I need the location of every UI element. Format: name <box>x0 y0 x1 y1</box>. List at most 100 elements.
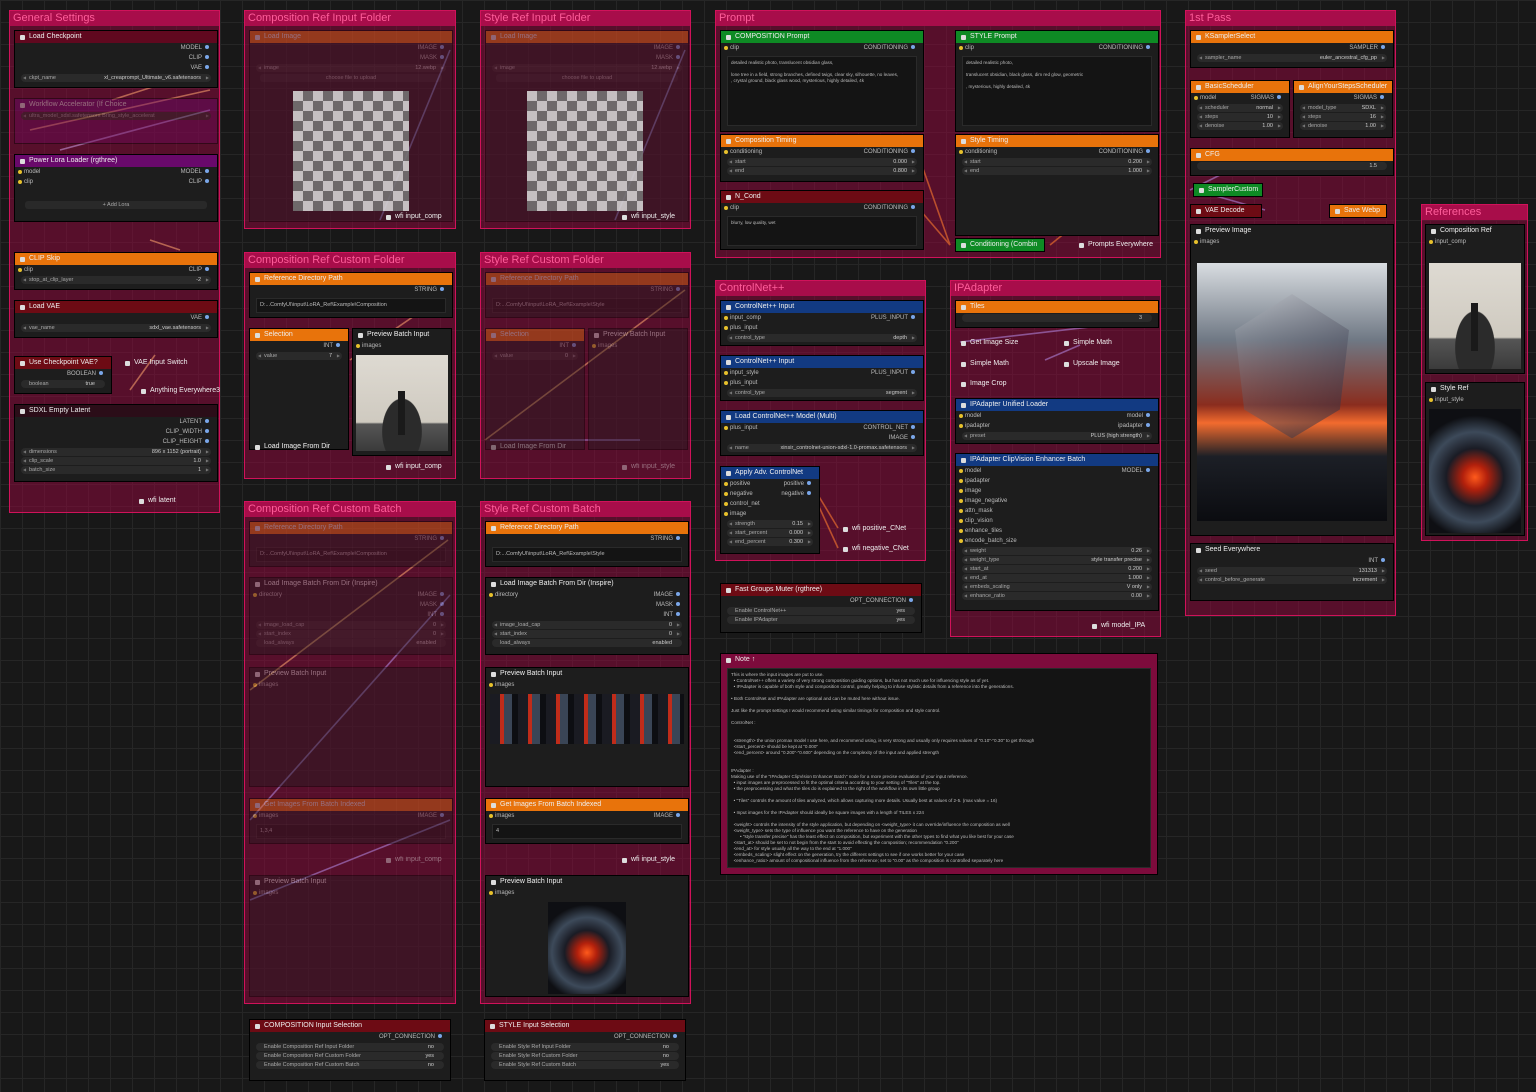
steps-widget[interactable]: steps16 <box>1300 113 1386 121</box>
enable-style-custom-batch-toggle[interactable]: Enable Style Ref Custom Batch yes <box>491 1061 679 1069</box>
wifi-input-comp-node[interactable]: wfi input_comp <box>381 211 451 223</box>
load-image-batch-node[interactable]: Load Image Batch From Dir (Inspire) dire… <box>486 578 688 654</box>
node-title[interactable]: Upscale Image <box>1059 358 1129 370</box>
anything-everywhere-node[interactable]: Anything Everywhere3 <box>136 385 220 397</box>
input-clip[interactable]: clip CONDITIONING <box>721 203 923 213</box>
node-title[interactable]: Get Images From Batch Indexed <box>250 799 452 811</box>
output-clip-height[interactable]: CLIP_HEIGHT <box>163 437 209 447</box>
node-title[interactable]: ControlNet++ Input <box>721 301 923 313</box>
end-percent-widget[interactable]: end_percent0.300 <box>727 538 813 546</box>
output-mask[interactable]: MASK <box>420 53 444 63</box>
node-title[interactable]: wfi negative_CNet <box>838 543 922 555</box>
wifi-latent-node[interactable]: wfi latent <box>134 495 194 507</box>
group-controlnet[interactable]: ControlNet++ ControlNet++ Input input_co… <box>715 280 926 561</box>
value-widget[interactable]: value0 <box>492 352 578 360</box>
n-cond-node[interactable]: N_Cond clip CONDITIONING blurry, low qual… <box>721 191 923 249</box>
composition-prompt-text[interactable]: detailed realistic photo, translucent ob… <box>727 56 917 126</box>
get-images-indexed-node[interactable]: Get Images From Batch Indexed images IMAG… <box>486 799 688 843</box>
controlnet-name-widget[interactable]: namexinsir_controlnet-union-sdxl-1.0-pro… <box>727 444 917 452</box>
sdxl-empty-latent-node[interactable]: SDXL Empty Latent LATENT CLIP_WIDTH CLIP… <box>15 405 217 481</box>
node-title[interactable]: SDXL Empty Latent <box>15 405 217 417</box>
node-title[interactable]: Load Image Batch From Dir (Inspire) <box>250 578 452 590</box>
input-images[interactable]: images <box>1191 237 1393 247</box>
node-title[interactable]: Preview Batch Input <box>589 329 687 341</box>
input-plus[interactable]: plus_input <box>721 378 923 388</box>
node-title[interactable]: Load VAE <box>15 301 217 313</box>
sampler-custom-node[interactable]: SamplerCustom <box>1194 184 1262 196</box>
node-title[interactable]: wfi input_comp <box>381 854 451 866</box>
node-title[interactable]: Reference Directory Path <box>486 273 688 285</box>
node-title[interactable]: Preview Batch Input <box>486 668 688 680</box>
output-int[interactable]: INT <box>1368 556 1385 566</box>
load-always-toggle[interactable]: load_always enabled <box>256 639 446 647</box>
use-checkpoint-vae-node[interactable]: Use Checkpoint VAE? BOOLEAN boolean true <box>15 357 111 393</box>
choose-file-button[interactable]: choose file to upload <box>496 74 678 82</box>
ksampler-select-node[interactable]: KSamplerSelect SAMPLER sampler_nameeuler… <box>1191 31 1393 67</box>
load-image-from-dir-node[interactable]: Load Image From Dir <box>486 441 566 453</box>
group-general-settings[interactable]: General Settings Load Checkpoint MODEL C… <box>9 10 220 513</box>
node-title[interactable]: Selection <box>250 329 348 341</box>
node-title[interactable]: wfi positive_CNet <box>838 523 922 535</box>
upscale-image-node[interactable]: Upscale Image <box>1059 358 1129 370</box>
tiles-slider[interactable]: 3 <box>962 314 1152 322</box>
output-mask[interactable]: MASK <box>656 600 680 610</box>
preview-batch-2-node[interactable]: Preview Batch Input images <box>486 876 688 996</box>
composition-input-selection-node[interactable]: COMPOSITION Input Selection OPT_CONNECTI… <box>250 1020 450 1080</box>
choose-file-button[interactable]: choose file to upload <box>260 74 442 82</box>
input-images[interactable]: images <box>589 341 687 351</box>
scheduler-widget[interactable]: schedulernormal <box>1197 104 1283 112</box>
indices-text[interactable]: 4 <box>492 824 682 839</box>
group-title[interactable]: Style Ref Input Folder <box>481 11 690 26</box>
input-enhance-tiles[interactable]: enhance_tiles <box>956 526 1158 536</box>
directory-path-text[interactable]: D:...ComfyUI\input\LoRA_Ref\Example\Comp… <box>256 547 446 562</box>
output-sampler[interactable]: SAMPLER <box>1349 43 1385 53</box>
reference-directory-node[interactable]: Reference Directory Path STRING D:...Com… <box>250 522 452 566</box>
node-title[interactable]: IPAdapter Unified Loader <box>956 399 1158 411</box>
output-boolean[interactable]: BOOLEAN <box>67 369 103 379</box>
group-comp-custom-batch[interactable]: Composition Ref Custom Batch Reference D… <box>244 501 456 1004</box>
value-widget[interactable]: value7 <box>256 352 342 360</box>
ckpt-name-widget[interactable]: ckpt_namexl_creaprompt_Ultimate_v6.safet… <box>21 74 211 82</box>
style-timing-node[interactable]: Style Timing conditioningCONDITIONING st… <box>956 135 1158 235</box>
input-style[interactable]: input_style PLUS_INPUT <box>721 368 923 378</box>
output-vae[interactable]: VAE <box>190 63 209 73</box>
node-title[interactable]: KSamplerSelect <box>1191 31 1393 43</box>
style-prompt-text[interactable]: detailed realistic photo, translucent ob… <box>962 56 1152 126</box>
note-text[interactable]: This is where the input images are put t… <box>727 668 1151 868</box>
input-images[interactable]: images <box>486 680 688 690</box>
directory-path-text[interactable]: D:...ComfyUI\input\LoRA_Ref\Example\Comp… <box>256 298 446 313</box>
node-title[interactable]: Note ↑ <box>721 654 1157 666</box>
steps-widget[interactable]: steps10 <box>1197 113 1283 121</box>
node-title[interactable]: Use Checkpoint VAE? <box>15 357 111 369</box>
node-title[interactable]: wfi input_style <box>617 461 687 473</box>
input-images[interactable]: images <box>250 888 452 898</box>
get-images-indexed-node[interactable]: Get Images From Batch Indexed images IMAG… <box>250 799 452 843</box>
input-model[interactable]: model model <box>956 411 1158 421</box>
workflow-accelerator-node[interactable]: Workflow Accelerator (If Choice ultra_mo… <box>15 99 217 143</box>
node-title[interactable]: ControlNet++ Input <box>721 356 923 368</box>
selection-node[interactable]: Selection INT value0 <box>486 329 584 449</box>
node-title[interactable]: Reference Directory Path <box>486 522 688 534</box>
image-widget[interactable]: image12.webp <box>256 64 446 72</box>
node-title[interactable]: N_Cond <box>721 191 923 203</box>
input-model[interactable]: model SIGMAS <box>1191 93 1289 103</box>
group-title[interactable]: Style Ref Custom Batch <box>481 502 690 517</box>
input-model[interactable]: model MODEL <box>15 167 217 177</box>
clip-scale-widget[interactable]: clip_scale1.0 <box>21 457 211 465</box>
input-ipadapter[interactable]: ipadapter ipadapter <box>956 421 1158 431</box>
denoise-widget[interactable]: denoise1.00 <box>1197 122 1283 130</box>
prompts-everywhere-node[interactable]: Prompts Everywhere <box>1074 239 1158 251</box>
node-title[interactable]: BasicScheduler <box>1191 81 1289 93</box>
simple-math-1-node[interactable]: Simple Math <box>1059 337 1129 349</box>
output-string[interactable]: STRING <box>414 285 444 295</box>
group-title[interactable]: ControlNet++ <box>716 281 925 296</box>
group-first-pass[interactable]: 1st Pass KSamplerSelect SAMPLER sampler_… <box>1185 10 1396 616</box>
group-style-custom-batch[interactable]: Style Ref Custom Batch Reference Directo… <box>480 501 691 1004</box>
directory-path-text[interactable]: D:...ComfyUI\input\LoRA_Ref\Example\Styl… <box>492 547 682 562</box>
image-load-cap-widget[interactable]: image_load_cap0 <box>256 621 446 629</box>
model-type-widget[interactable]: model_typeSDXL <box>1300 104 1386 112</box>
end-widget[interactable]: end1.000 <box>962 167 1152 175</box>
output-opt-connection[interactable]: OPT_CONNECTION <box>850 596 913 606</box>
node-title[interactable]: Workflow Accelerator (If Choice <box>15 99 217 111</box>
output-image[interactable]: IMAGE <box>654 43 680 53</box>
